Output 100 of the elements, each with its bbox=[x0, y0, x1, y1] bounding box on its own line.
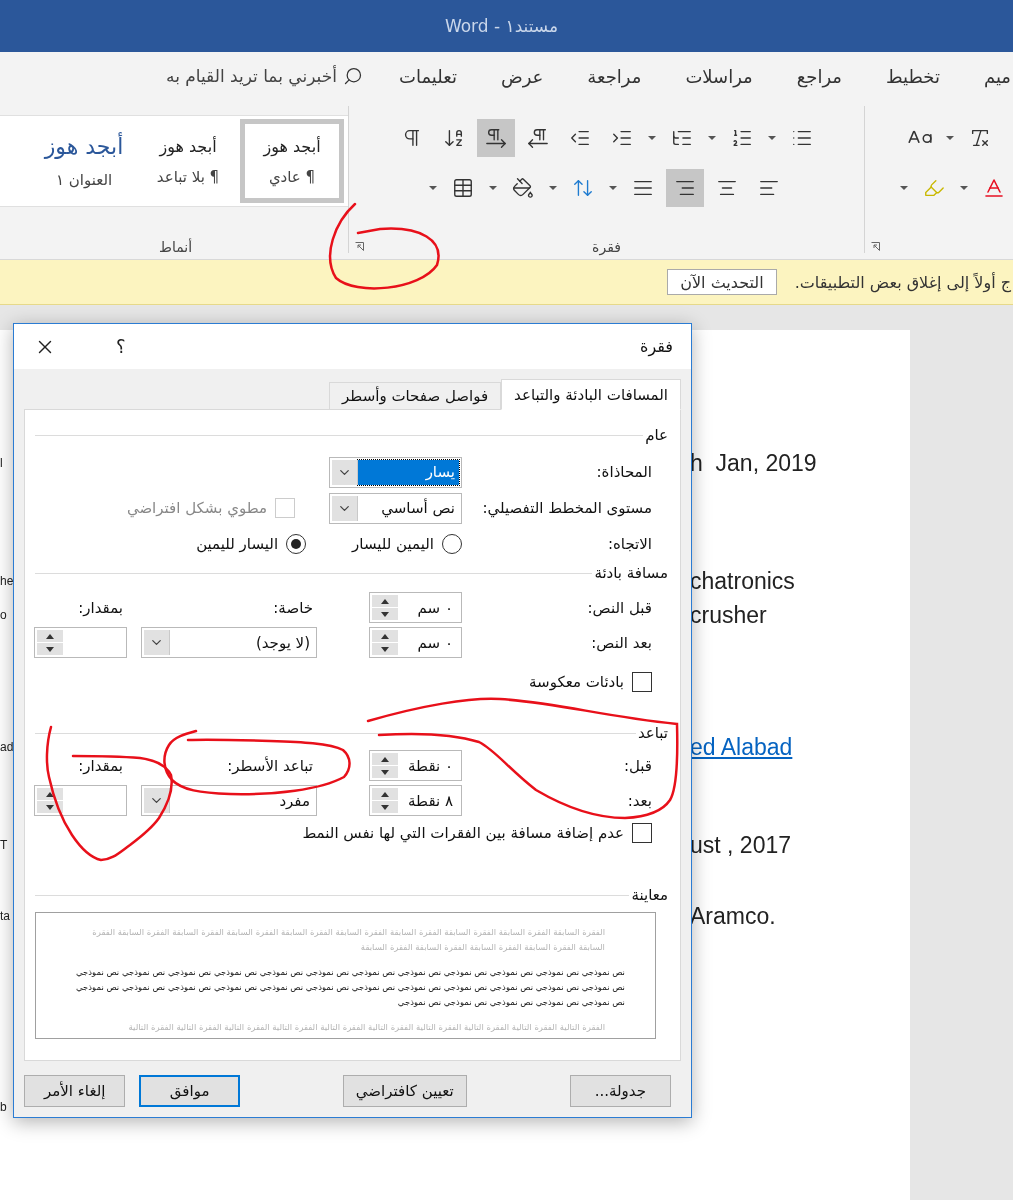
caret-icon[interactable] bbox=[946, 136, 954, 140]
section-heading: معاينة bbox=[631, 886, 668, 904]
checkbox-label: عدم إضافة مسافة بين الفقرات التي لها نفس النمط bbox=[302, 824, 624, 842]
document-text: ust , 2017 bbox=[690, 831, 793, 859]
spin-field[interactable] bbox=[34, 785, 127, 816]
spin-field[interactable]: ٨ نقطة bbox=[369, 785, 462, 816]
tell-me-field[interactable]: أخبرني بما تريد القيام به bbox=[166, 66, 337, 86]
dropdown[interactable]: نص أساسي bbox=[329, 492, 462, 524]
dropdown[interactable]: مفرد bbox=[141, 785, 317, 816]
document-text: he bbox=[0, 574, 13, 588]
spin-up-button[interactable] bbox=[37, 630, 63, 642]
toolbar-button[interactable] bbox=[665, 169, 704, 207]
ribbon-tab[interactable]: عرض bbox=[500, 65, 544, 87]
numbered-list-icon bbox=[730, 127, 753, 149]
down-arrow-icon bbox=[46, 646, 54, 652]
spin-down-button[interactable] bbox=[372, 643, 398, 655]
ribbon-tab[interactable]: مراجع bbox=[796, 65, 842, 87]
caret-icon[interactable] bbox=[647, 136, 656, 140]
checkbox[interactable] bbox=[632, 672, 652, 692]
clear-formatting-icon bbox=[969, 127, 991, 149]
up-arrow-icon bbox=[381, 791, 389, 797]
dialog-title: فقرة bbox=[640, 337, 673, 356]
dialog-launcher-icon[interactable] bbox=[355, 242, 364, 251]
spin-up-button[interactable] bbox=[372, 753, 398, 765]
ribbon-tab[interactable]: تخطيط bbox=[886, 65, 940, 87]
spin-field[interactable]: ٠ سم bbox=[369, 627, 462, 658]
document-text: T bbox=[0, 838, 9, 852]
line-spacing-icon bbox=[571, 177, 594, 199]
down-arrow-icon bbox=[46, 804, 54, 810]
field-label: تباعد الأسطر: bbox=[227, 756, 314, 775]
field-label: بمقدار: bbox=[78, 598, 124, 617]
caret-icon[interactable] bbox=[900, 186, 908, 190]
dialog-button[interactable]: تعيين كافتراضي bbox=[342, 1075, 467, 1107]
field-label: بمقدار: bbox=[78, 756, 124, 775]
spin-down-button[interactable] bbox=[37, 801, 63, 813]
field-label: خاصة: bbox=[273, 598, 314, 617]
dialog-tab[interactable]: فواصل صفحات وأسطر bbox=[329, 382, 502, 410]
ribbon-tab[interactable]: مراسلات bbox=[685, 65, 753, 87]
document-text: crusher bbox=[690, 601, 768, 629]
search-icon[interactable] bbox=[343, 66, 363, 86]
dialog-button[interactable]: موافق bbox=[139, 1075, 240, 1107]
spin-up-button[interactable] bbox=[372, 630, 398, 642]
dialog-button[interactable]: إلغاء الأمر bbox=[24, 1075, 126, 1107]
document-link[interactable]: ed Alabad bbox=[690, 733, 910, 761]
style-tile[interactable]: أبجد هوز ¶ عادي bbox=[240, 119, 344, 203]
radio-button[interactable] bbox=[442, 534, 462, 554]
update-button[interactable]: التحديث الآن bbox=[667, 269, 777, 295]
down-arrow-icon bbox=[381, 769, 389, 775]
radio-button[interactable] bbox=[286, 534, 307, 554]
ribbon-tab[interactable]: تعليمات bbox=[399, 65, 457, 87]
field-label: قبل: bbox=[623, 756, 653, 775]
style-tile[interactable]: أبجد هوز العنوان ١ bbox=[32, 119, 136, 203]
caret-icon[interactable] bbox=[488, 186, 497, 190]
dropdown[interactable]: يسار bbox=[329, 456, 462, 488]
dropdown[interactable]: (لا يوجد) bbox=[141, 627, 317, 658]
ribbon-tab[interactable]: مراجعة bbox=[587, 65, 642, 87]
spin-up-button[interactable] bbox=[372, 788, 398, 800]
font-color-icon bbox=[982, 176, 1006, 200]
caret-icon[interactable] bbox=[707, 136, 716, 140]
document-text: b bbox=[0, 1100, 8, 1114]
caret-icon[interactable] bbox=[960, 186, 968, 190]
toolbar-button[interactable] bbox=[476, 119, 515, 157]
document-text: o bbox=[0, 608, 8, 622]
up-arrow-icon bbox=[381, 756, 389, 762]
spin-down-button[interactable] bbox=[372, 608, 398, 620]
spin-down-button[interactable] bbox=[372, 801, 398, 813]
field-label: بعد: bbox=[627, 791, 653, 810]
spin-field[interactable]: ٠ نقطة bbox=[369, 750, 462, 781]
caret-icon[interactable] bbox=[608, 186, 617, 190]
down-arrow-icon bbox=[381, 611, 389, 617]
ribbon-tab[interactable]: ميم bbox=[983, 65, 1011, 87]
field-label: المحاذاة: bbox=[595, 463, 653, 481]
info-message: ج أولاً إلى إغلاق بعض التطبيقات. bbox=[794, 272, 1011, 292]
dialog-launcher-icon[interactable] bbox=[871, 242, 880, 251]
spin-up-button[interactable] bbox=[37, 788, 63, 800]
document-text: ta bbox=[0, 909, 11, 923]
dialog-button[interactable]: جدولة... bbox=[569, 1075, 671, 1107]
group-label: فقرة bbox=[592, 239, 621, 255]
paint-bucket-icon bbox=[511, 177, 534, 199]
caret-icon[interactable] bbox=[548, 186, 557, 190]
spin-down-button[interactable] bbox=[37, 643, 63, 655]
style-tile[interactable]: أبجد هوز ¶ بلا تباعد bbox=[136, 119, 240, 203]
dialog-tab[interactable]: المسافات البادئة والتباعد bbox=[501, 379, 681, 410]
help-button[interactable]: ؟ bbox=[116, 336, 126, 357]
up-arrow-icon bbox=[381, 598, 389, 604]
field-label: مستوى المخطط التفصيلي: bbox=[481, 499, 653, 517]
spin-field[interactable] bbox=[34, 627, 127, 658]
caret-icon[interactable] bbox=[428, 186, 437, 190]
checkbox-label: بادئات معكوسة bbox=[529, 673, 624, 691]
section-heading: مسافة بادئة bbox=[594, 564, 668, 582]
checkbox[interactable] bbox=[632, 823, 652, 843]
section-heading: تباعد bbox=[637, 724, 668, 742]
pilcrow-arrow-icon bbox=[484, 127, 507, 149]
caret-icon[interactable] bbox=[767, 136, 776, 140]
document-text: ad bbox=[0, 740, 13, 754]
borders-icon bbox=[451, 177, 474, 199]
spin-field[interactable]: ٠ سم bbox=[369, 592, 462, 623]
spin-up-button[interactable] bbox=[372, 595, 398, 607]
spin-down-button[interactable] bbox=[372, 766, 398, 778]
radio-label: اليمين لليسار bbox=[352, 535, 434, 553]
